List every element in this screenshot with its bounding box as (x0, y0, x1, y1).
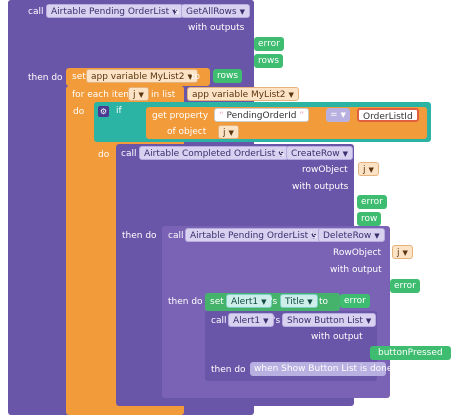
triangle-down-icon: ▼ (307, 298, 313, 306)
if-do-label: do (98, 150, 110, 160)
possessive-label: 's (172, 7, 180, 17)
with-outputs-label: with outputs (188, 23, 245, 33)
triangle-down-icon: ▼ (374, 232, 380, 240)
possessive-label: 's (270, 297, 278, 307)
call-label: call (211, 316, 227, 326)
set-label: set (210, 297, 224, 307)
event-placeholder[interactable]: when Show Button List is done (250, 362, 392, 376)
rows-output[interactable]: rows (254, 54, 284, 68)
triangle-down-icon: ▼ (368, 166, 374, 174)
triangle-down-icon: ▼ (365, 317, 372, 325)
call-label: call (121, 149, 137, 159)
triangle-down-icon: ▼ (261, 298, 267, 306)
with-output-label: with output (311, 332, 363, 342)
object-j-dropdown[interactable]: j ▼ (218, 125, 239, 139)
alert-component-dropdown[interactable]: Alert1 ▼ (228, 313, 274, 327)
gear-icon[interactable]: ⚙ (98, 106, 109, 117)
if-label: if (116, 106, 122, 116)
triangle-down-icon: ▼ (228, 129, 234, 137)
method-dropdown[interactable]: Show Button List ▼ (282, 313, 377, 327)
to-label: to (191, 72, 201, 82)
rowobject-label: rowObject (302, 165, 348, 175)
equals-dropdown[interactable]: = ▼ (326, 108, 350, 122)
if-do-strip (94, 142, 116, 412)
component-dropdown[interactable]: Airtable Pending OrderList ▼ (46, 4, 183, 18)
set-label: set (72, 72, 86, 82)
rowobject-j-dropdown[interactable]: j ▼ (392, 245, 413, 259)
then-do-label: then do (168, 297, 203, 307)
method-dropdown[interactable]: DeleteRow ▼ (318, 228, 385, 242)
triangle-down-icon: ▼ (342, 150, 349, 158)
error-output[interactable]: error (254, 37, 284, 51)
triangle-down-icon: ▼ (340, 111, 346, 119)
rowobject-j-dropdown[interactable]: j ▼ (358, 162, 379, 176)
method-dropdown[interactable]: CreateRow ▼ (286, 146, 354, 160)
item-dropdown[interactable]: j ▼ (128, 87, 149, 101)
then-do-label: then do (122, 231, 157, 241)
orderlistid-value[interactable]: OrderListId (357, 108, 419, 122)
variable-dropdown[interactable]: app variable MyList2 ▼ (86, 69, 198, 83)
triangle-down-icon: ▼ (402, 249, 408, 257)
then-do-label: then do (28, 73, 63, 83)
component-dropdown[interactable]: Airtable Completed OrderList ▼ (139, 146, 289, 160)
error-output[interactable]: error (357, 195, 387, 209)
error-value[interactable]: error (340, 294, 370, 308)
call-label: call (168, 231, 184, 241)
triangle-down-icon: ▼ (138, 91, 144, 99)
buttonpressed-output[interactable]: buttonPressed (370, 346, 451, 360)
possessive-label: 's (273, 316, 281, 326)
method-dropdown[interactable]: GetAllRows ▼ (181, 4, 250, 18)
row-output[interactable]: row (357, 212, 382, 226)
triangle-down-icon: ▼ (263, 317, 269, 325)
rows-value[interactable]: rows (213, 69, 243, 83)
title-property-dropdown[interactable]: Title ▼ (280, 294, 318, 308)
triangle-down-icon: ▼ (288, 91, 294, 99)
call-label: call (28, 7, 44, 17)
foreach-label: for each item (72, 90, 133, 100)
triangle-down-icon: ▼ (239, 8, 245, 16)
to-label: to (319, 297, 329, 307)
alert-component-dropdown[interactable]: Alert1 ▼ (226, 294, 272, 308)
possessive-label: 's (277, 149, 285, 159)
list-dropdown[interactable]: app variable MyList2 ▼ (187, 87, 299, 101)
get-property-label: get property (152, 111, 209, 121)
property-name-input[interactable]: “ PendingOrderId ” (214, 108, 309, 122)
possessive-label: 's (310, 231, 318, 241)
in-list-label: in list (151, 90, 176, 100)
with-outputs-label: with outputs (292, 182, 349, 192)
then-do-label: then do (211, 365, 246, 375)
error-output[interactable]: error (390, 279, 420, 293)
of-object-label: of object (167, 127, 207, 137)
rowobject-label: RowObject (333, 248, 382, 258)
with-output-label: with output (330, 265, 382, 275)
do-label: do (73, 107, 85, 117)
component-dropdown[interactable]: Airtable Pending OrderList ▼ (185, 228, 322, 242)
